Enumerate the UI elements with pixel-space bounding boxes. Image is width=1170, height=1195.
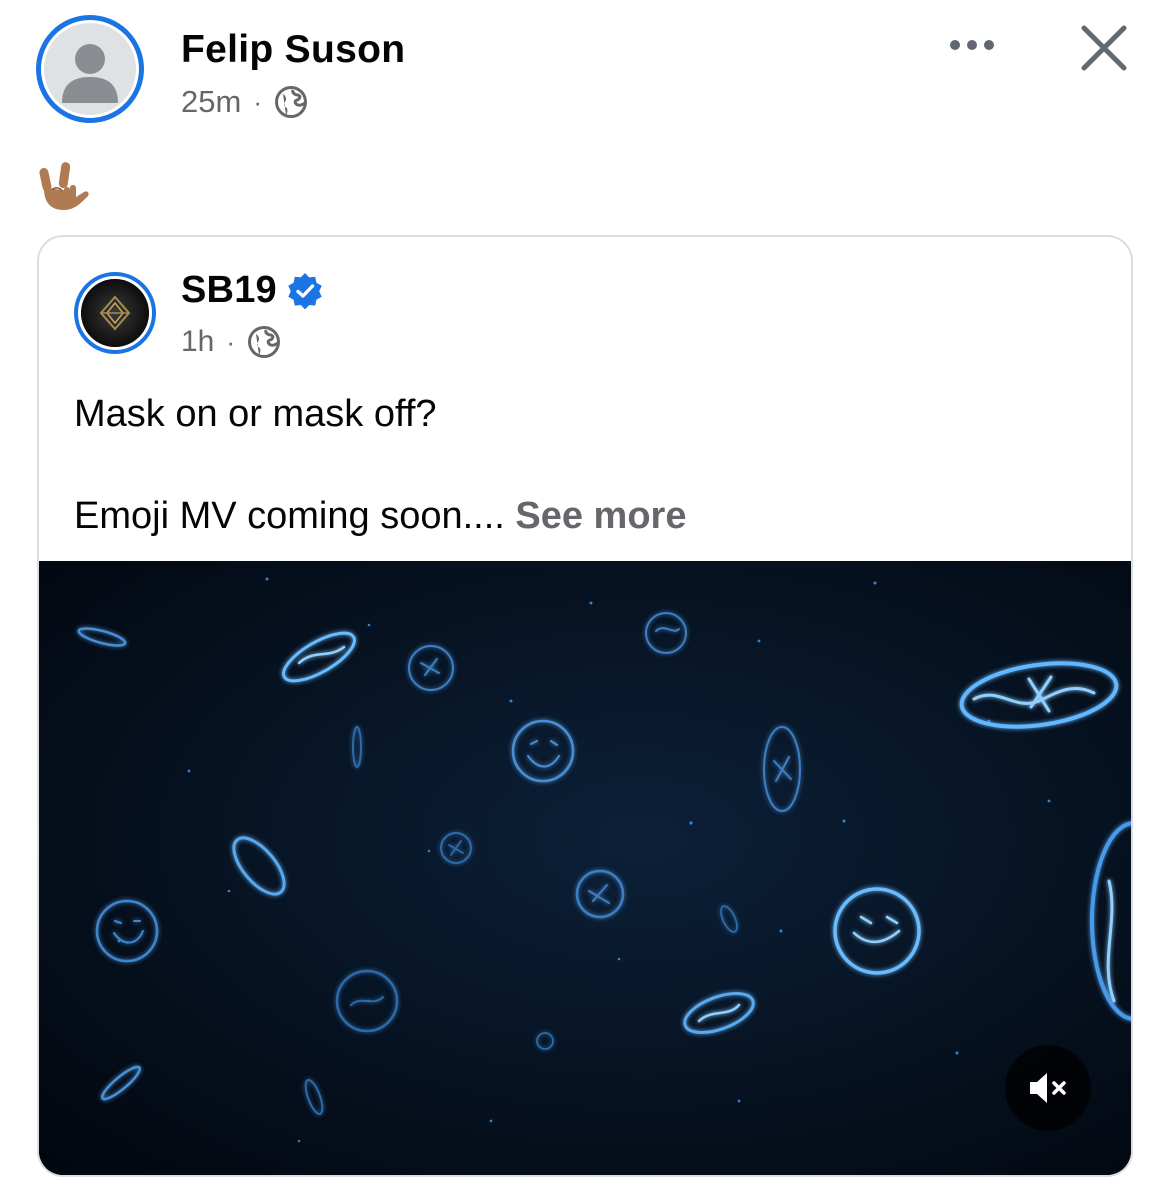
post-meta: 25m · xyxy=(181,84,308,120)
shared-post-card[interactable]: SB19 1h · Mask on or mask off? Emoji MV … xyxy=(37,235,1133,1177)
video-player[interactable] xyxy=(39,561,1131,1175)
more-options-button[interactable] xyxy=(940,30,1004,60)
mute-toggle-button[interactable] xyxy=(1005,1045,1091,1131)
page-name[interactable]: SB19 xyxy=(181,269,277,312)
meta-separator: · xyxy=(226,326,236,357)
sb19-logo-icon xyxy=(81,279,149,347)
more-dot xyxy=(967,40,977,50)
shared-post-meta: 1h · xyxy=(181,325,281,359)
shared-post-text: Mask on or mask off? Emoji MV coming soo… xyxy=(74,389,1094,542)
page-avatar[interactable] xyxy=(74,272,156,354)
post-text-line: Mask on or mask off? xyxy=(74,393,437,435)
video-frame xyxy=(39,561,1131,1175)
globe-icon[interactable] xyxy=(247,325,281,359)
globe-icon[interactable] xyxy=(274,85,308,119)
verified-badge-icon xyxy=(288,272,322,309)
page-name-row: SB19 xyxy=(181,269,323,312)
close-icon[interactable] xyxy=(1078,22,1130,74)
post-text-line: Emoji MV coming soon.... See more xyxy=(74,491,1094,542)
default-avatar-icon xyxy=(44,23,136,115)
shared-post-time[interactable]: 1h xyxy=(181,325,214,359)
post-time[interactable]: 25m xyxy=(181,84,241,120)
love-you-gesture-emoji-icon xyxy=(39,162,89,210)
see-more-link[interactable]: See more xyxy=(515,495,686,537)
more-dot xyxy=(950,40,960,50)
meta-separator: · xyxy=(253,86,262,117)
author-name[interactable]: Felip Suson xyxy=(181,28,405,72)
post-text-snippet: Emoji MV coming soon.... xyxy=(74,495,505,537)
author-avatar[interactable] xyxy=(36,15,144,123)
more-dot xyxy=(984,40,994,50)
speaker-muted-icon xyxy=(1030,1073,1066,1103)
